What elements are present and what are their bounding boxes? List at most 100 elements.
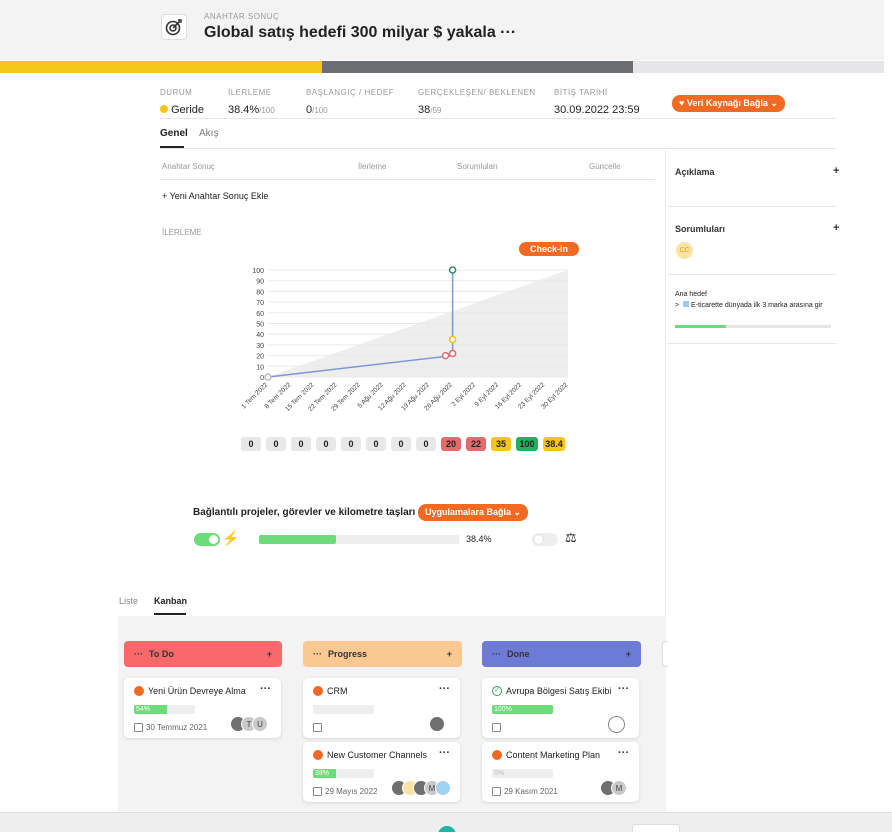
tab-general[interactable]: Genel [160,128,188,139]
connect-data-source-button[interactable]: ♥ Veri Kaynağı Bağla ⌄ [672,95,785,112]
data-point [264,373,272,381]
tab-flow[interactable]: Akış [199,128,218,139]
divider [668,206,836,207]
card-progress-text: 0% [494,770,505,777]
card-title-text: Content Marketing Plan [506,750,601,760]
check-in-button[interactable]: Check-in [519,242,580,256]
target-total: /100 [312,106,328,115]
add-owner-icon[interactable]: + [833,222,839,234]
progress-value: 38.4%/100 [228,104,275,116]
card-menu-icon[interactable]: ··· [439,747,450,759]
user-placeholder-icon[interactable] [608,716,625,733]
tab-kanban[interactable]: Kanban [154,596,187,606]
kanban-column-todo[interactable]: ··· To Do + [124,641,282,667]
start-target-label: BAŞLANGIÇ / HEDEF [306,88,395,97]
progress-strip-segment [633,61,884,73]
card-due-date: 30 Temmuz 2021 [134,723,207,732]
kanban-card[interactable]: ✓ Avrupa Bölgesi Satış Ekibi ··· 100% [482,678,639,738]
divider [160,118,836,119]
owner-avatar[interactable]: CC [676,242,693,259]
divider [160,148,836,149]
progress-chip: 0 [366,437,386,451]
card-title: New Customer Channels [313,750,427,760]
parent-goal-label: Ana hedef [675,291,707,298]
page-title[interactable]: Global satış hedefi 300 milyar $ yakala … [204,24,516,42]
card-menu-icon[interactable]: ··· [439,683,450,695]
avatar[interactable]: U [252,716,268,732]
connect-apps-button[interactable]: Uygulamalara Bağla ⌄ [418,504,529,521]
kanban-column-done[interactable]: ··· Done + [482,641,641,667]
lightning-icon: ⚡ [222,530,240,546]
start-target-value: 0/100 [306,104,328,116]
connected-progress-text: 38.4% [466,534,492,544]
card-menu-icon[interactable]: ··· [618,747,629,759]
avatar[interactable] [435,780,451,796]
progress-chip: 35 [491,437,511,451]
column-menu-icon[interactable]: ··· [313,649,322,659]
avatar[interactable] [429,716,445,732]
kanban-card[interactable]: CRM ··· [303,678,460,738]
card-due-date: 29 Kasım 2021 [492,787,558,796]
data-point [448,349,457,358]
status-progress-strip [0,61,884,73]
col-update: Güncelle [589,162,621,171]
column-menu-icon[interactable]: ··· [134,649,143,659]
kanban-card[interactable]: Content Marketing Plan ··· 0% 29 Kasım 2… [482,742,639,802]
progress-total: /100 [259,106,275,115]
column-title: To Do [149,649,174,659]
y-tick-label: 60 [256,311,264,318]
active-view-indicator [154,613,186,615]
add-card-icon[interactable]: + [447,649,452,659]
parent-goal-progress-fill [675,325,727,328]
card-date-text: 29 Mayıs 2022 [325,787,378,796]
card-title: CRM [313,686,348,696]
balance-scale-icon[interactable]: ⚖ [565,530,577,546]
data-point [441,351,450,360]
expected-total: /59 [430,106,442,115]
weight-toggle[interactable] [532,533,558,546]
y-tick-label: 20 [256,354,264,361]
card-title: Yeni Ürün Devreye Alma [134,686,246,696]
progress-chip: 22 [466,437,486,451]
y-tick-label: 80 [256,289,264,296]
progress-chip: 20 [441,437,461,451]
progress-chip: 100 [516,437,538,451]
card-progress-fill: 54% [134,705,167,714]
y-tick-label: 0 [260,375,264,382]
parent-goal-link[interactable]: > E-ticarette dünyada ilk 3 marka arasın… [675,301,833,311]
kanban-card[interactable]: New Customer Channels ··· 38% 29 Mayıs 2… [303,742,460,802]
divider [160,179,655,180]
avatar[interactable]: M [611,780,627,796]
card-menu-icon[interactable]: ··· [260,683,271,695]
kanban-column-progress[interactable]: ··· Progress + [303,641,462,667]
progress-chip: 0 [241,437,261,451]
column-menu-icon[interactable]: ··· [492,649,501,659]
y-tick-label: 10 [256,364,264,371]
data-point [448,335,457,344]
calendar-icon [313,723,322,732]
card-progress-fill: 100% [492,705,553,714]
card-progress-bar: 100% [492,705,553,714]
bottom-button[interactable] [632,824,680,832]
status-text: Geride [171,104,205,116]
card-progress-bar: 0% [492,769,553,778]
kanban-card[interactable]: Yeni Ürün Devreye Alma ··· 54% 30 Temmuz… [124,678,281,738]
y-tick-label: 70 [256,300,264,307]
connected-items-title: Bağlantılı projeler, görevler ve kilomet… [193,507,416,518]
y-tick-label: 50 [256,322,264,329]
tab-list[interactable]: Liste [119,596,138,606]
card-title-text: Avrupa Bölgesi Satış Ekibi [506,686,612,696]
target-icon [161,14,187,40]
add-card-icon[interactable]: + [626,649,631,659]
connected-progress-bar [259,535,459,544]
card-menu-icon[interactable]: ··· [618,683,629,695]
auto-sync-toggle[interactable] [194,533,220,546]
status-dot-icon [313,686,323,696]
check-circle-icon: ✓ [492,686,502,696]
status-value: Geride [160,104,204,116]
description-title: Açıklama [675,167,715,177]
add-card-icon[interactable]: + [267,649,272,659]
add-description-icon[interactable]: + [833,165,839,177]
add-key-result-link[interactable]: + Yeni Anahtar Sonuç Ekle [162,191,268,201]
calendar-icon [313,787,322,796]
